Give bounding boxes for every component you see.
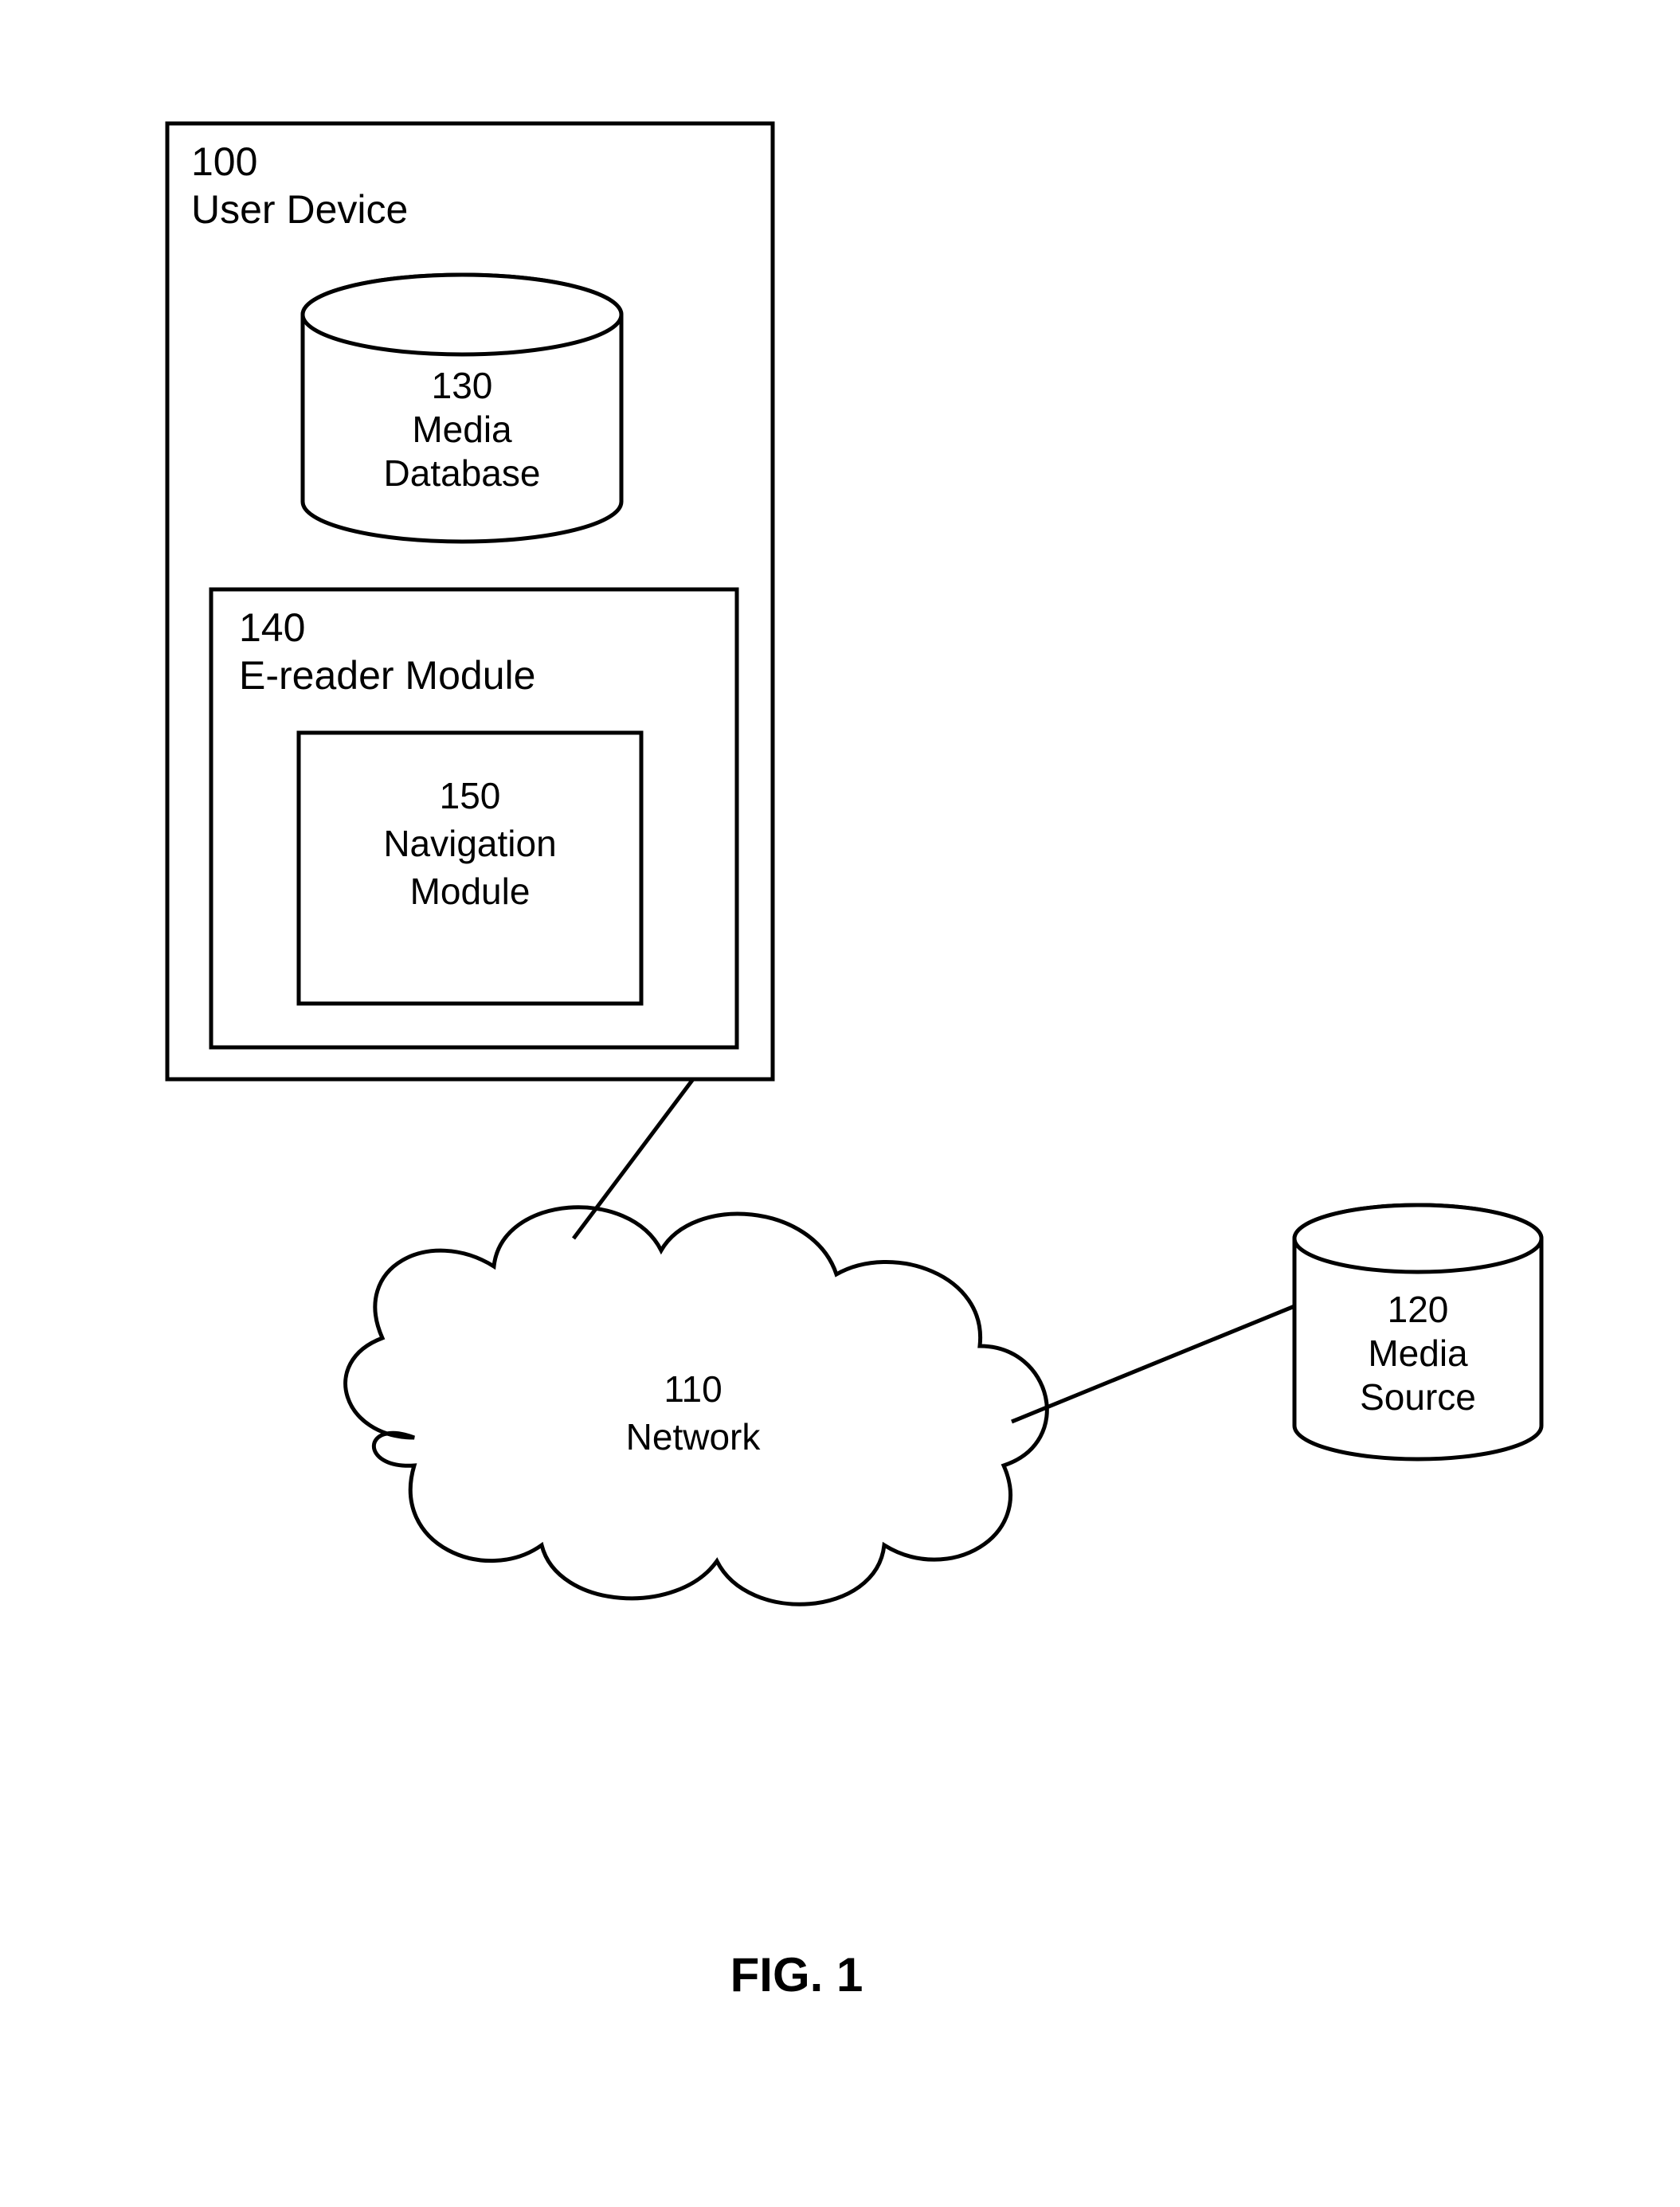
network-num: 110 <box>664 1368 722 1410</box>
media-source-num: 120 <box>1388 1289 1449 1330</box>
user-device-num: 100 <box>191 139 257 184</box>
media-database-num: 130 <box>432 365 493 406</box>
user-device-label: User Device <box>191 187 408 232</box>
connector-userdevice-network <box>574 1079 693 1239</box>
network-label: Network <box>626 1416 762 1458</box>
figure-caption: FIG. 1 <box>730 1948 863 2002</box>
navigation-label1: Navigation <box>383 823 556 864</box>
media-source-label1: Media <box>1368 1332 1468 1374</box>
ereader-num: 140 <box>239 605 305 650</box>
navigation-label2: Module <box>410 871 531 912</box>
navigation-num: 150 <box>440 775 501 816</box>
media-database-label1: Media <box>412 409 512 450</box>
connector-network-mediasource <box>1012 1306 1294 1422</box>
ereader-label: E-reader Module <box>239 653 535 698</box>
media-database-label2: Database <box>384 452 541 494</box>
media-source-label2: Source <box>1360 1376 1476 1418</box>
navigation-box <box>299 733 641 1004</box>
user-device-box <box>167 123 773 1079</box>
